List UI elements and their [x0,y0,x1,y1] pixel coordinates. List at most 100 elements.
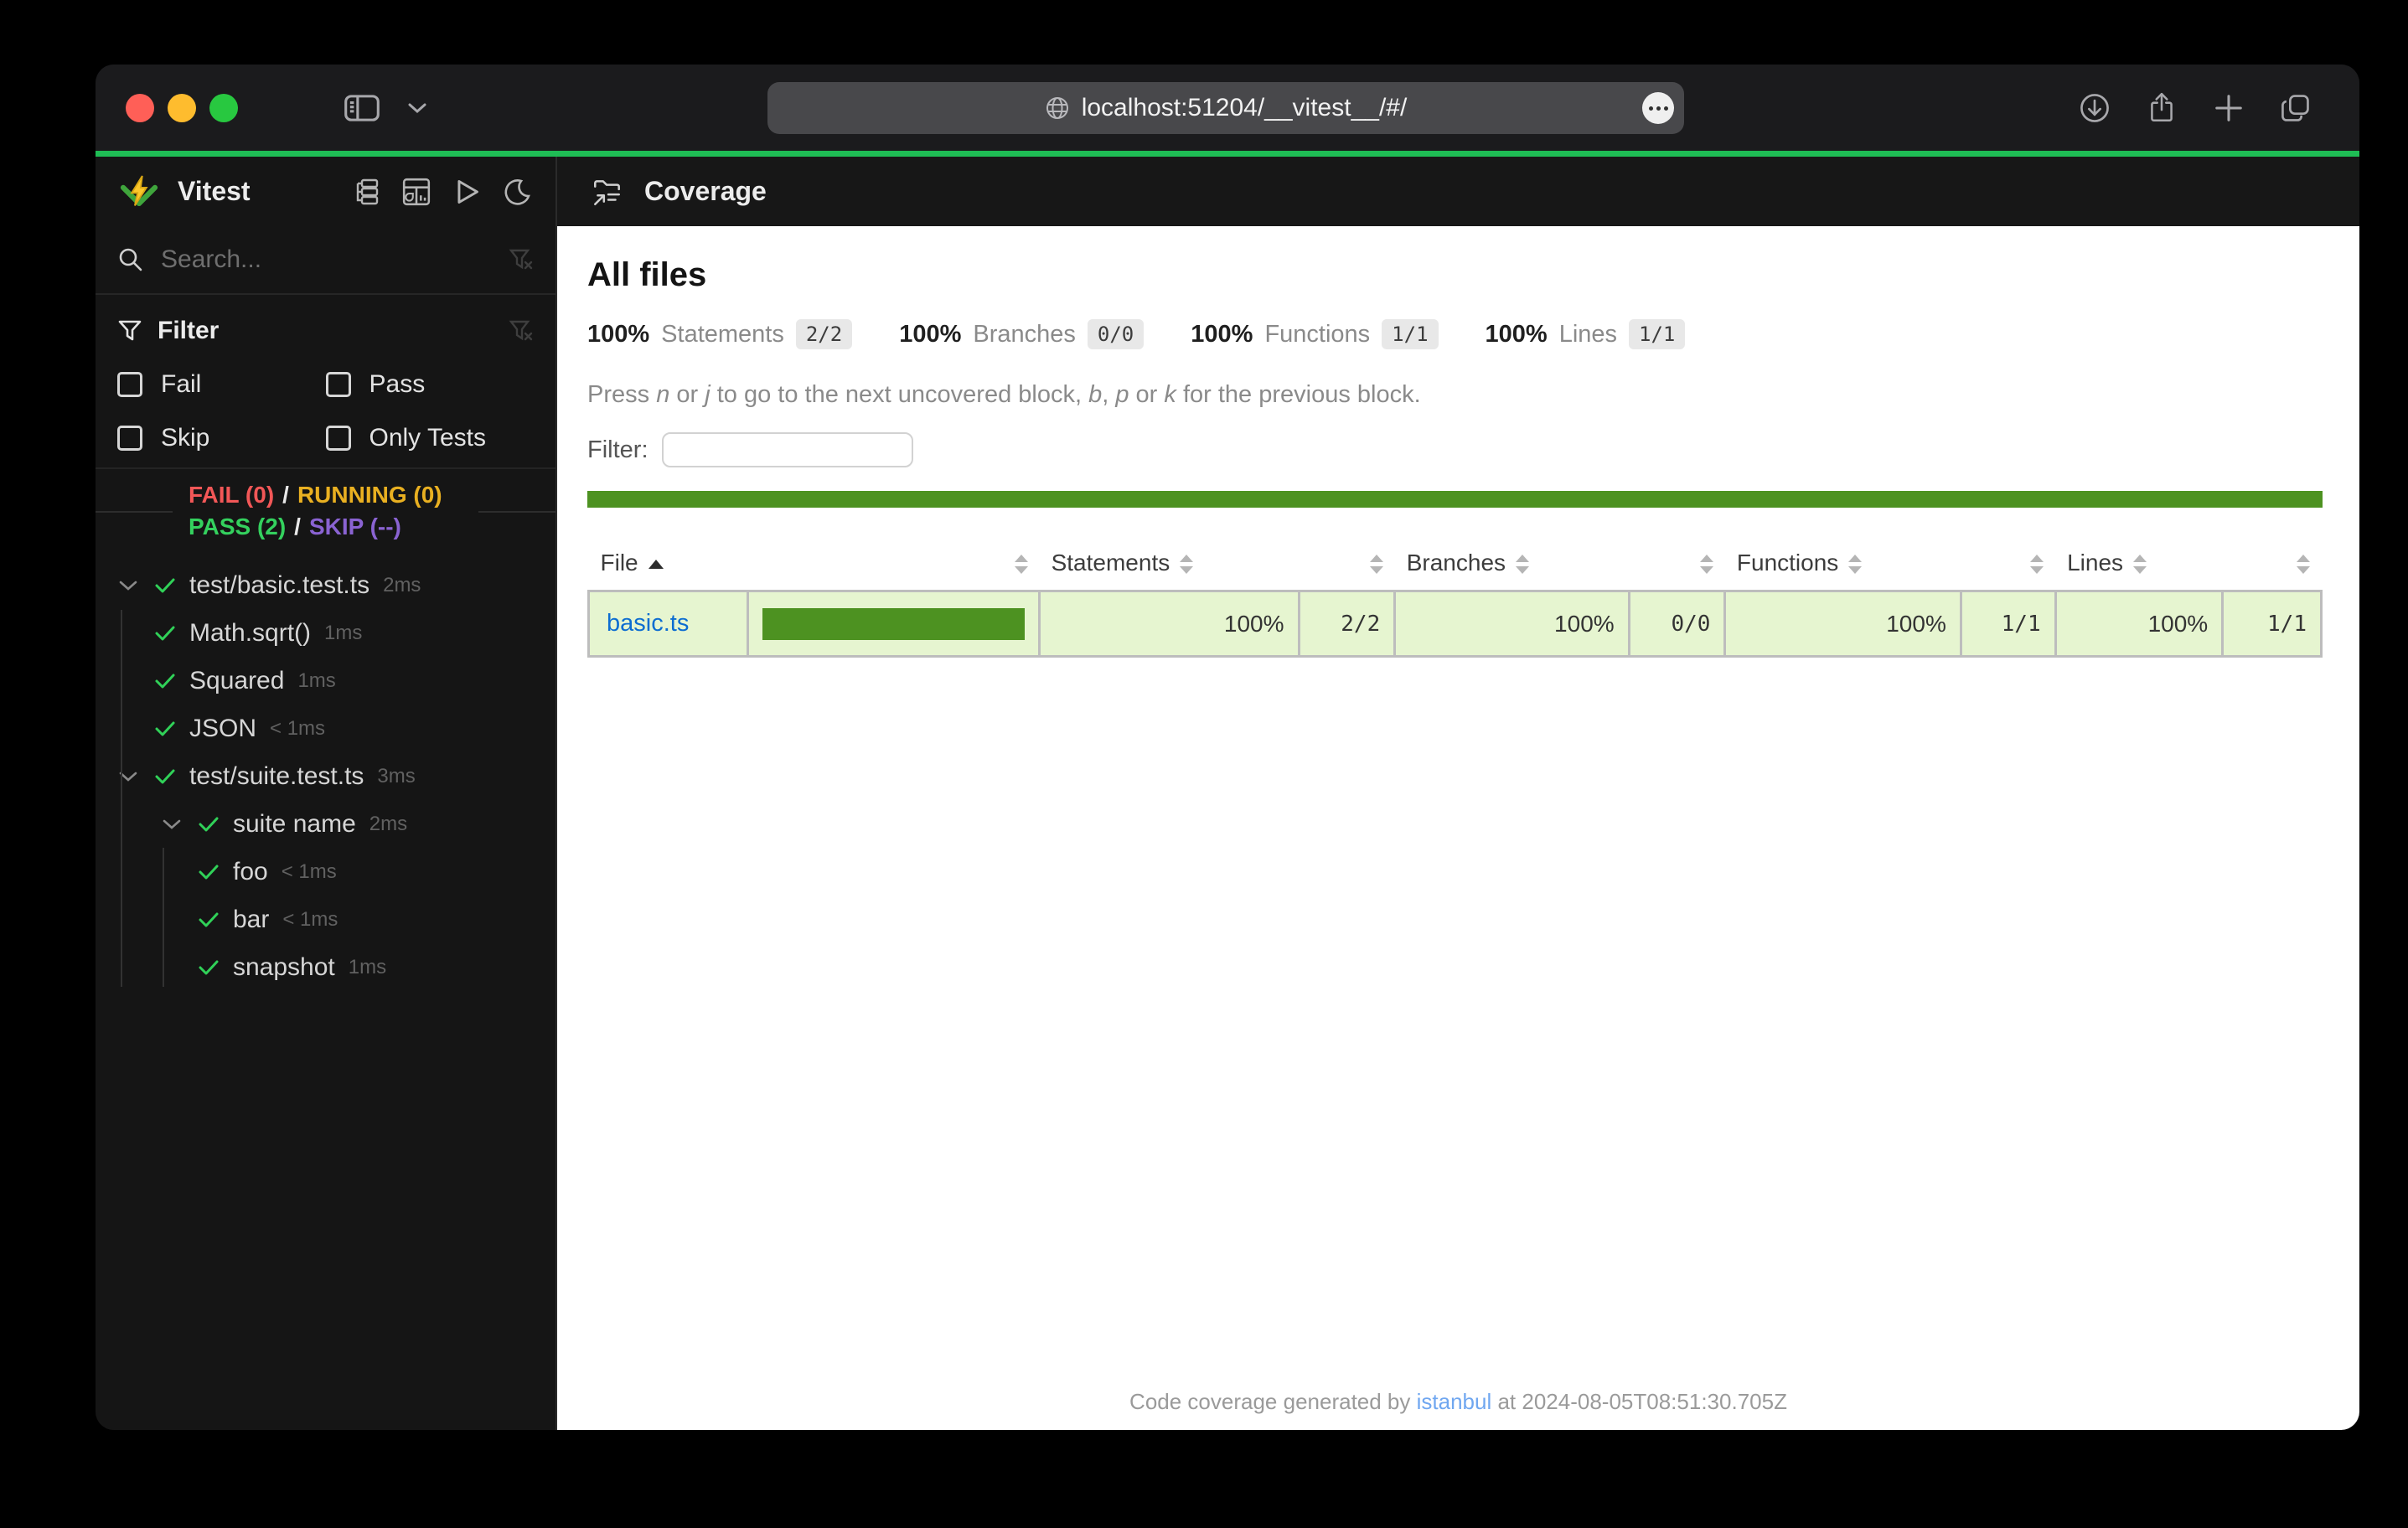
summary-fraction-badge: 2/2 [796,319,852,349]
tree-item-duration: < 1ms [270,717,325,741]
column-header-branches-raw[interactable] [1629,541,1725,591]
column-header-file[interactable]: File [589,541,748,591]
tree-item-label: foo [233,858,268,886]
checkbox-box[interactable] [326,426,351,451]
separator: / [286,514,309,539]
checkbox-box[interactable] [117,426,142,451]
address-bar[interactable]: localhost:51204/__vitest__/#/ [767,82,1684,134]
sorter-icon[interactable] [2297,555,2310,574]
column-header-statements-raw[interactable] [1299,541,1395,591]
page-settings-icon[interactable] [1642,92,1674,124]
sorter-icon[interactable] [2030,555,2044,574]
tree-item-test[interactable]: Math.sqrt() 1ms [96,609,555,657]
status-line-1: FAIL (0)/RUNNING (0) [189,482,555,508]
tree-item-file[interactable]: test/basic.test.ts 2ms [96,561,555,609]
coverage-filter-input[interactable] [662,432,913,467]
checkbox-box[interactable] [117,372,142,397]
globe-icon [1045,96,1070,121]
tree-item-test[interactable]: snapshot 1ms [96,943,555,991]
checkbox-only-tests[interactable]: Only Tests [326,424,535,452]
status-line-2: PASS (2)/SKIP (--) [189,514,555,540]
column-header-functions[interactable]: Functions [1725,541,1961,591]
checkbox-fail[interactable]: Fail [117,370,326,399]
sorter-icon[interactable] [2133,555,2147,574]
run-all-icon[interactable] [450,175,483,209]
search-icon [117,246,144,273]
summary-label: Statements [661,321,784,348]
checkbox-box[interactable] [326,372,351,397]
tabs-overview-icon[interactable] [2272,85,2319,132]
chevron-down-icon[interactable] [159,818,184,830]
checkbox-pass[interactable]: Pass [326,370,535,399]
test-status-summary: FAIL (0)/RUNNING (0) PASS (2)/SKIP (--) [96,467,555,553]
coverage-title: Coverage [644,176,767,207]
pass-count: PASS (2) [189,514,286,539]
check-icon [152,624,178,643]
column-header-functions-raw[interactable] [1961,541,2055,591]
tree-item-test[interactable]: foo < 1ms [96,848,555,896]
indent-guide [121,610,122,987]
new-tab-icon[interactable] [2205,85,2252,132]
filter-title: Filter [158,317,219,345]
lines-pct-cell: 100% [2055,591,2223,657]
downloads-icon[interactable] [2071,85,2118,132]
dark-mode-icon[interactable] [500,175,534,209]
sorter-icon[interactable] [1516,555,1529,574]
filter-section: Filter Fail Pass Skip Only Tests [96,295,555,467]
close-window-button[interactable] [126,94,154,122]
clear-search-icon[interactable] [509,247,534,272]
share-icon[interactable] [2138,85,2185,132]
search-bar [96,226,555,295]
coverage-bar [762,608,1025,640]
summary-fraction-badge: 1/1 [1629,319,1685,349]
column-header-lines[interactable]: Lines [2055,541,2223,591]
tree-item-file[interactable]: test/suite.test.ts 3ms [96,752,555,800]
sorter-icon[interactable] [1370,555,1383,574]
branches-pct-cell: 100% [1395,591,1629,657]
sorter-icon[interactable] [1180,555,1193,574]
clear-filter-icon[interactable] [509,318,534,343]
file-cell: basic.ts [589,591,748,657]
url-text: localhost:51204/__vitest__/#/ [1082,94,1408,122]
desktop-background: localhost:51204/__vitest__/#/ [0,0,2408,1528]
column-header-lines-raw[interactable] [2223,541,2322,591]
checkbox-skip[interactable]: Skip [117,424,326,452]
sorter-icon[interactable] [1015,555,1028,574]
separator: / [274,482,297,508]
tree-item-label: bar [233,906,269,934]
summary-statements: 100% Statements 2/2 [587,319,852,349]
column-header-statements[interactable]: Statements [1040,541,1299,591]
check-icon [196,958,221,977]
sorter-icon[interactable] [1848,555,1862,574]
tree-item-test[interactable]: bar < 1ms [96,896,555,943]
tree-item-label: test/suite.test.ts [189,762,364,791]
chevron-down-icon[interactable] [394,85,441,132]
tree-item-test[interactable]: JSON < 1ms [96,705,555,752]
chevron-down-icon[interactable] [116,771,141,782]
search-input[interactable] [161,245,509,274]
divider [478,511,555,513]
zoom-window-button[interactable] [209,94,238,122]
istanbul-link[interactable]: istanbul [1417,1389,1492,1414]
minimize-window-button[interactable] [168,94,196,122]
sorter-icon[interactable] [1700,555,1713,574]
column-header-branches[interactable]: Branches [1395,541,1629,591]
column-header-chart[interactable] [747,541,1039,591]
file-link[interactable]: basic.ts [607,610,689,637]
tree-item-test[interactable]: Squared 1ms [96,657,555,705]
check-icon [152,672,178,690]
coverage-summary: 100% Statements 2/2 100% Branches 0/0 10… [587,319,2323,349]
dashboard-report-icon[interactable] [400,175,433,209]
chevron-down-icon[interactable] [116,580,141,591]
table-header-row: File Statements Branches Functions Lines [589,541,2322,591]
tree-item-label: suite name [233,810,356,839]
tree-item-suite[interactable]: suite name 2ms [96,800,555,848]
coverage-footer: Code coverage generated by istanbul at 2… [557,1389,2359,1415]
window-controls [126,94,238,122]
sidebar-toggle-icon[interactable] [338,85,385,132]
tree-item-label: Squared [189,667,284,695]
page-title: All files [587,256,2323,294]
tree-view-icon[interactable] [349,175,383,209]
summary-pct: 100% [899,321,961,348]
footer-text: Code coverage generated by [1129,1389,1417,1414]
